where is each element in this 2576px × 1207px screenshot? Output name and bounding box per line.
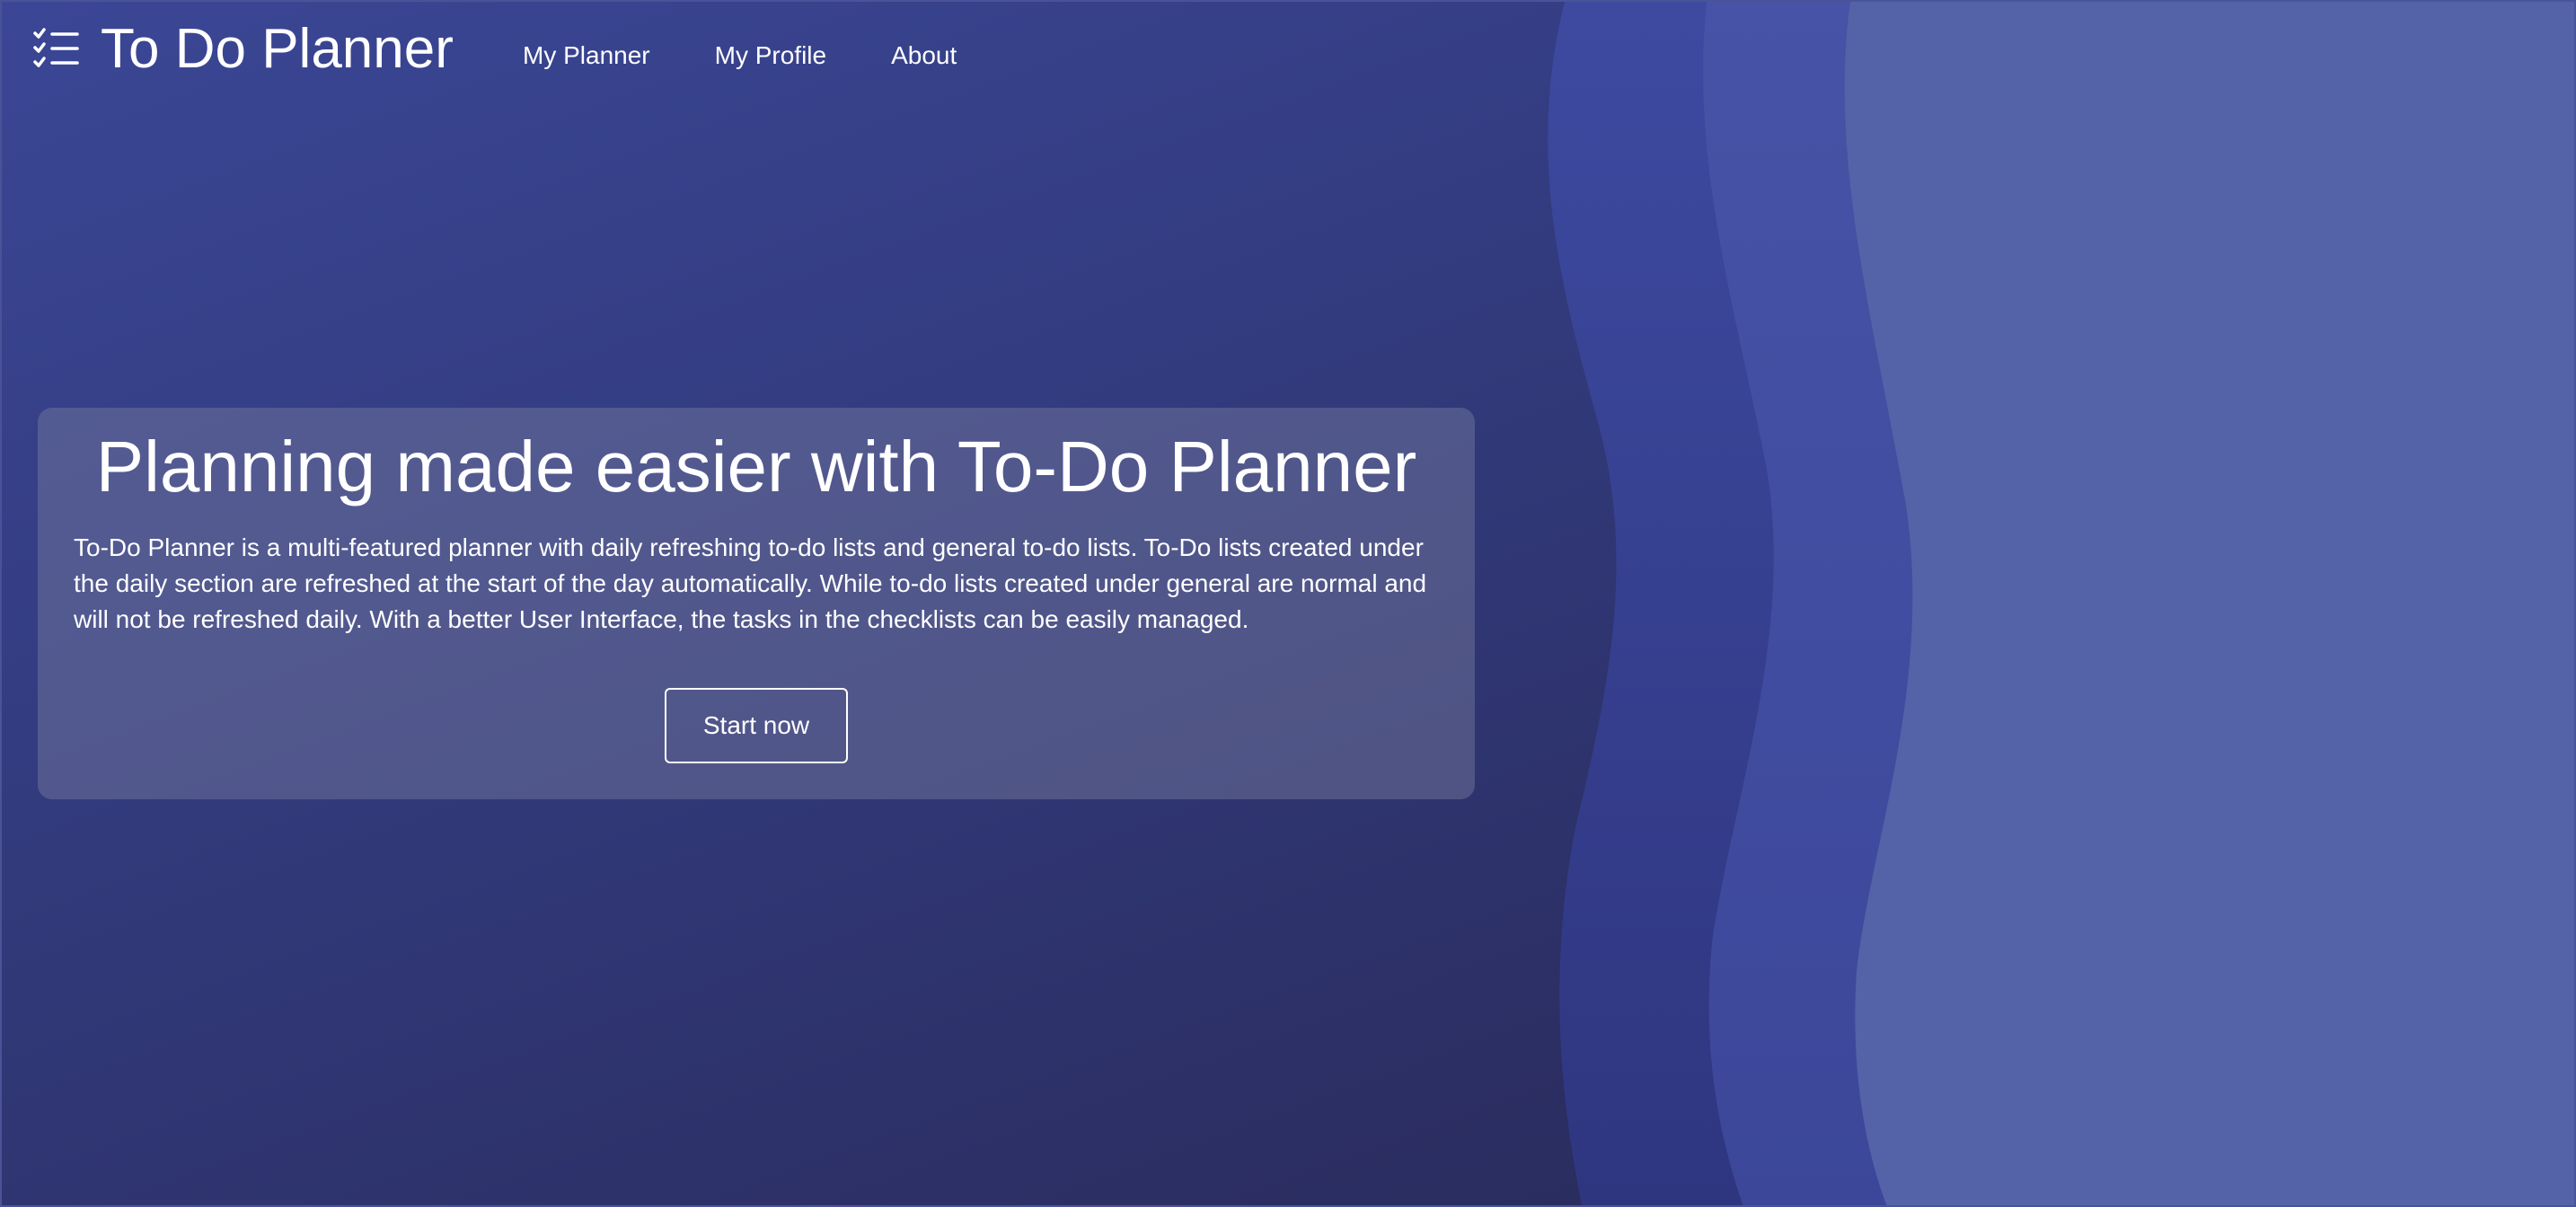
start-now-button[interactable]: Start now: [665, 688, 848, 763]
brand-title: To Do Planner: [101, 18, 454, 80]
nav-link-my-planner[interactable]: My Planner: [523, 38, 650, 74]
landing-page: To Do Planner My Planner My Profile Abou…: [0, 0, 2576, 1207]
cta-container: Start now: [74, 688, 1439, 763]
brand-link[interactable]: To Do Planner: [32, 18, 454, 81]
nav-link-about[interactable]: About: [891, 38, 957, 74]
hero-card: Planning made easier with To-Do Planner …: [38, 408, 1475, 799]
nav-link-my-profile[interactable]: My Profile: [715, 38, 826, 74]
hero-description: To-Do Planner is a multi-featured planne…: [74, 533, 1427, 633]
nav-links: My Planner My Profile About: [523, 38, 1021, 74]
wave-front: [1844, 2, 2574, 1205]
checklist-icon: [32, 28, 81, 71]
hero-title: Planning made easier with To-Do Planner: [95, 427, 1417, 507]
wave-back: [1548, 2, 2574, 1205]
wave-middle: [1703, 2, 2574, 1205]
top-navbar: To Do Planner My Planner My Profile Abou…: [2, 2, 1080, 110]
